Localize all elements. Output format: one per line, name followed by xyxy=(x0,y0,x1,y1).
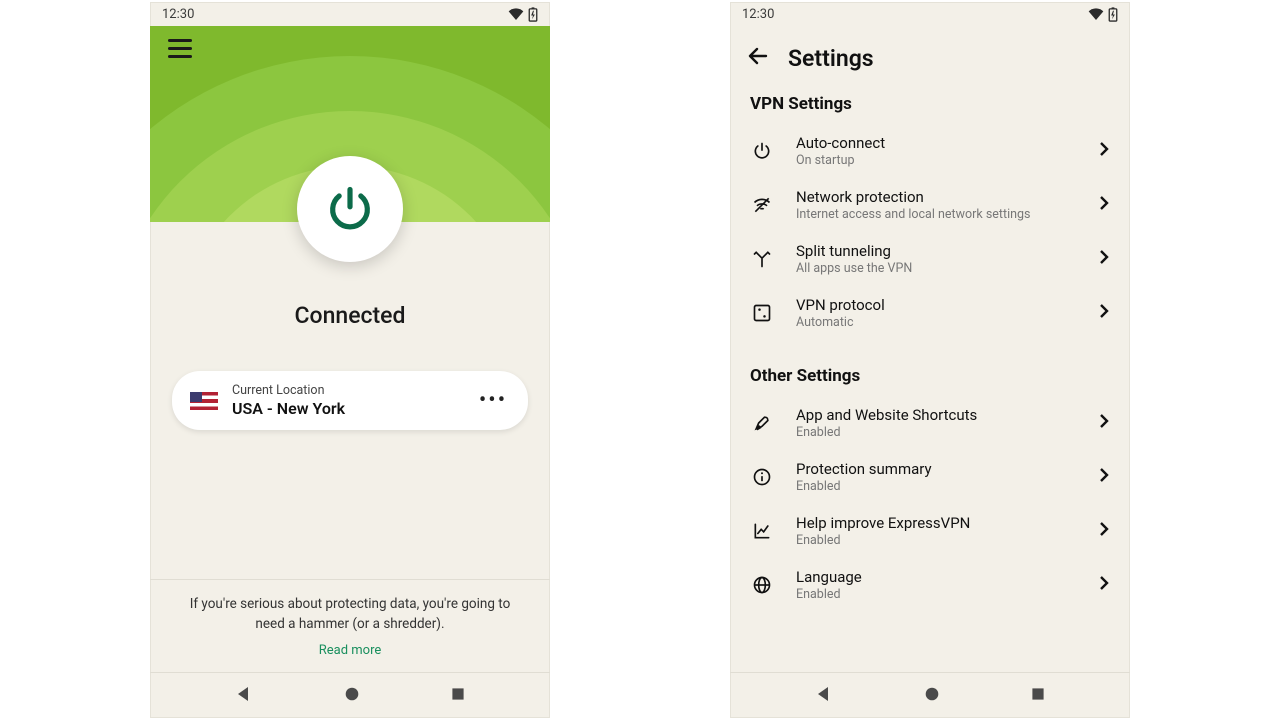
wifi-icon xyxy=(1088,8,1104,20)
status-bar: 12:30 xyxy=(730,2,1130,26)
protocol-icon xyxy=(752,303,772,323)
battery-icon xyxy=(1108,7,1118,22)
connection-status: Connected xyxy=(150,302,550,329)
setting-auto-connect[interactable]: Auto-connectOn startup xyxy=(730,124,1130,178)
setting-sub: Enabled xyxy=(796,533,1076,548)
nav-recent[interactable] xyxy=(450,686,466,706)
nav-bar xyxy=(150,672,550,718)
power-icon xyxy=(324,183,376,235)
chart-icon xyxy=(752,521,772,541)
arrow-left-icon xyxy=(746,44,770,68)
status-time: 12:30 xyxy=(742,7,774,22)
menu-button[interactable] xyxy=(168,34,196,62)
setting-title: Auto-connect xyxy=(796,134,1076,152)
setting-title: VPN protocol xyxy=(796,296,1076,314)
phone-settings: 12:30 Settings VPN Settings Auto-connect… xyxy=(730,2,1130,718)
status-icons xyxy=(508,7,538,22)
location-label: Current Location xyxy=(232,383,476,398)
power-icon xyxy=(752,141,772,161)
setting-sub: Enabled xyxy=(796,587,1076,602)
setting-title: Protection summary xyxy=(796,460,1076,478)
chevron-right-icon xyxy=(1098,249,1110,269)
chevron-right-icon xyxy=(1098,575,1110,595)
chevron-right-icon xyxy=(1098,195,1110,215)
chevron-right-icon xyxy=(1098,141,1110,161)
setting-title: Network protection xyxy=(796,188,1076,206)
back-button[interactable] xyxy=(746,44,770,72)
chevron-right-icon xyxy=(1098,521,1110,541)
setting-split-tunneling[interactable]: Split tunnelingAll apps use the VPN xyxy=(730,232,1130,286)
rocket-icon xyxy=(752,413,772,433)
setting-sub: On startup xyxy=(796,153,1076,168)
setting-shortcuts[interactable]: App and Website ShortcutsEnabled xyxy=(730,396,1130,450)
nav-recent[interactable] xyxy=(1030,686,1046,706)
setting-language[interactable]: LanguageEnabled xyxy=(730,558,1130,612)
status-time: 12:30 xyxy=(162,7,194,22)
status-bar: 12:30 xyxy=(150,2,550,26)
info-text: If you're serious about protecting data,… xyxy=(190,596,511,632)
setting-title: App and Website Shortcuts xyxy=(796,406,1076,424)
chevron-right-icon xyxy=(1098,413,1110,433)
setting-vpn-protocol[interactable]: VPN protocolAutomatic xyxy=(730,286,1130,340)
nav-home[interactable] xyxy=(343,685,361,707)
setting-sub: Automatic xyxy=(796,315,1076,330)
status-icons xyxy=(1088,7,1118,22)
setting-title: Help improve ExpressVPN xyxy=(796,514,1076,532)
nav-bar xyxy=(730,672,1130,718)
globe-icon xyxy=(752,575,772,595)
flag-icon xyxy=(190,392,218,410)
location-name: USA - New York xyxy=(232,399,476,418)
phone-home: 12:30 Connected Current Location USA - N… xyxy=(150,2,550,718)
nav-back[interactable] xyxy=(814,684,834,708)
nav-home[interactable] xyxy=(923,685,941,707)
battery-icon xyxy=(528,7,538,22)
setting-protection-summary[interactable]: Protection summaryEnabled xyxy=(730,450,1130,504)
read-more-link[interactable]: Read more xyxy=(178,641,522,661)
settings-title: Settings xyxy=(788,45,874,72)
settings-header: Settings xyxy=(730,26,1130,86)
setting-sub: Enabled xyxy=(796,425,1076,440)
setting-sub: Enabled xyxy=(796,479,1076,494)
wifi-icon xyxy=(508,8,524,20)
info-icon xyxy=(752,467,772,487)
setting-help-improve[interactable]: Help improve ExpressVPNEnabled xyxy=(730,504,1130,558)
split-icon xyxy=(752,249,772,269)
other-section-title: Other Settings xyxy=(730,358,1130,396)
vpn-section-title: VPN Settings xyxy=(730,86,1130,124)
wifi-off-icon xyxy=(752,195,772,215)
more-button[interactable]: ••• xyxy=(476,388,510,413)
chevron-right-icon xyxy=(1098,303,1110,323)
power-button[interactable] xyxy=(297,156,403,262)
nav-back[interactable] xyxy=(234,684,254,708)
setting-title: Language xyxy=(796,568,1076,586)
setting-network-protection[interactable]: Network protectionInternet access and lo… xyxy=(730,178,1130,232)
info-footer: If you're serious about protecting data,… xyxy=(150,579,550,672)
setting-title: Split tunneling xyxy=(796,242,1076,260)
setting-sub: All apps use the VPN xyxy=(796,261,1076,276)
location-card[interactable]: Current Location USA - New York ••• xyxy=(172,371,528,430)
chevron-right-icon xyxy=(1098,467,1110,487)
setting-sub: Internet access and local network settin… xyxy=(796,207,1076,222)
